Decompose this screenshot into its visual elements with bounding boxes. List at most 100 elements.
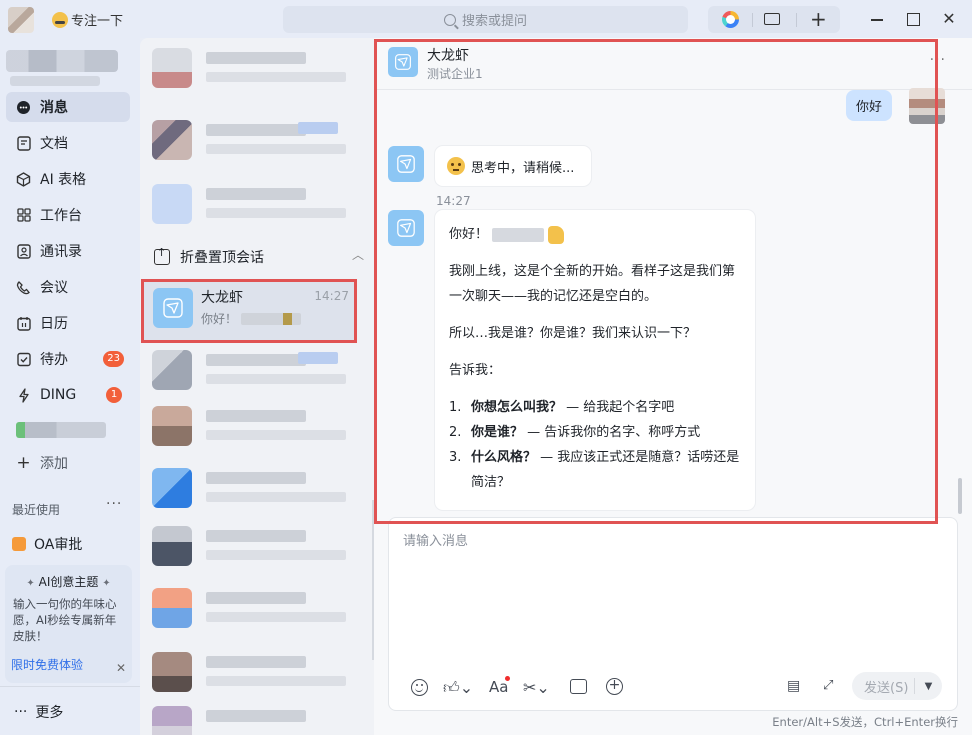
list-item[interactable]	[150, 346, 370, 402]
screen-share-icon[interactable]	[764, 13, 780, 25]
avatar	[152, 652, 192, 692]
list-item: 1. 你想怎么叫我？ — 给我起个名字吧	[449, 395, 741, 420]
blurred-text	[206, 472, 306, 484]
nav-item-todo[interactable]: 待办 23	[6, 344, 130, 374]
blurred-text	[206, 430, 346, 440]
ai-assistant-icon[interactable]	[722, 11, 739, 28]
org-name-blurred[interactable]	[6, 50, 118, 72]
emoji-icon[interactable]	[411, 679, 428, 696]
fold-pinned-conversations[interactable]: 折叠置顶会话 ︿	[154, 246, 368, 268]
chat-scrollbar[interactable]	[958, 478, 962, 514]
expand-icon[interactable]: ⤢	[823, 678, 833, 693]
nav-item-calendar[interactable]: 日历	[6, 308, 130, 338]
nav-item-meeting[interactable]: 会议	[6, 272, 130, 302]
sparkle-icon: ✦	[102, 578, 111, 589]
ai-card-title: AI创意主题	[38, 575, 99, 589]
search-input[interactable]: 搜索或提问	[283, 6, 688, 33]
ai-writing-icon[interactable]: ▤	[787, 678, 800, 694]
minimize-button[interactable]	[866, 8, 888, 30]
my-message-bubble[interactable]: 你好	[846, 90, 893, 121]
thinking-bubble: 思考中，请稍候...	[435, 146, 591, 186]
search-placeholder: 搜索或提问	[461, 14, 527, 29]
conversation-preview: 你好！	[201, 310, 302, 327]
nav-item-messages[interactable]: 消息	[6, 92, 130, 122]
plus-icon[interactable]: +	[810, 9, 827, 29]
nav-item-blurred[interactable]	[16, 422, 106, 438]
upload-icon[interactable]	[570, 679, 587, 694]
chat-header: 大龙虾 测试企业1 ···	[374, 38, 972, 90]
pin-fold-icon	[154, 246, 170, 265]
send-button[interactable]: 发送(S) ▼	[852, 672, 942, 700]
message-composer[interactable]: 请输入消息 👍︎⌄ Aa ✂⌄ + ▤ ⤢ 发送(S) ▼	[388, 517, 958, 711]
blurred-text	[206, 612, 346, 622]
chat-title[interactable]: 大龙虾	[427, 45, 469, 65]
nav-label: 工作台	[40, 208, 82, 224]
focus-button[interactable]: 专注一下	[52, 10, 123, 29]
scissors-icon[interactable]: ✂⌄	[523, 678, 550, 697]
message-input[interactable]: 请输入消息	[403, 530, 468, 549]
thinking-face-icon	[447, 157, 465, 175]
waving-hand-icon	[548, 225, 565, 244]
nav-add-button[interactable]: + 添加	[6, 448, 130, 478]
todo-badge: 23	[103, 351, 124, 367]
left-navigation: 消息 文档 AI 表格 工作台 通讯录 会议 日历 待办 23 DING 1 +…	[0, 38, 140, 735]
more-options-icon[interactable]: ···	[930, 52, 946, 68]
ai-card-cta-link[interactable]: 限时免费体验	[11, 656, 83, 673]
toolbar-group: +	[708, 6, 840, 33]
list-number: 2.	[449, 425, 462, 440]
nav-item-ai-table[interactable]: AI 表格	[6, 164, 130, 194]
thumbs-up-icon[interactable]: 👍︎⌄	[443, 678, 473, 698]
list-item[interactable]	[150, 648, 370, 704]
conversation-item-selected[interactable]: 大龙虾 14:27 你好！	[143, 279, 355, 341]
list-item[interactable]	[150, 702, 370, 735]
nav-item-workbench[interactable]: 工作台	[6, 200, 130, 230]
calendar-icon	[16, 316, 31, 331]
oa-approval-icon	[12, 537, 26, 551]
close-button[interactable]: ✕	[938, 8, 960, 30]
my-avatar[interactable]	[909, 88, 945, 124]
list-item[interactable]	[150, 180, 370, 236]
bot-avatar[interactable]	[388, 146, 424, 182]
avatar	[152, 468, 192, 508]
reply-greeting: 你好！	[449, 227, 489, 242]
bot-avatar[interactable]	[388, 47, 418, 77]
recent-item-oa[interactable]: OA审批	[12, 534, 82, 554]
nav-item-contacts[interactable]: 通讯录	[6, 236, 130, 266]
ai-table-icon	[16, 171, 31, 187]
list-item[interactable]	[150, 402, 370, 458]
avatar	[152, 588, 192, 628]
list-item[interactable]	[150, 522, 370, 578]
avatar	[152, 526, 192, 566]
list-item[interactable]	[150, 44, 370, 100]
ai-theme-card[interactable]: ✦ AI创意主题 ✦ 输入一句你的年味心愿，AI秒绘专属新年皮肤！ 限时免费体验…	[5, 565, 132, 683]
recent-more-icon[interactable]: ···	[106, 496, 122, 512]
focus-icon	[52, 11, 68, 28]
list-item[interactable]	[150, 464, 370, 520]
list-item[interactable]	[150, 584, 370, 640]
maximize-button[interactable]	[902, 8, 924, 30]
avatar	[152, 706, 192, 735]
blurred-text	[206, 592, 306, 604]
send-options-chevron-icon[interactable]: ▼	[915, 681, 942, 692]
bot-avatar[interactable]	[388, 210, 424, 246]
nav-item-docs[interactable]: 文档	[6, 128, 130, 158]
blurred-tag	[298, 122, 338, 134]
nav-label: 待办	[40, 352, 68, 368]
user-avatar[interactable]	[8, 7, 34, 33]
blurred-text	[206, 656, 306, 668]
contacts-icon	[16, 243, 31, 259]
bot-avatar	[153, 288, 193, 328]
reply-list: 1. 你想怎么叫我？ — 给我起个名字吧 2. 你是谁？ — 告诉我你的名字、称…	[449, 395, 741, 495]
new-dot-indicator	[505, 676, 510, 681]
nav-item-ding[interactable]: DING 1	[6, 380, 130, 410]
list-rest: — 告诉我你的名字、称呼方式	[523, 425, 701, 440]
bot-reply-bubble[interactable]: 你好！ 我刚上线，这是个全新的开始。看样子这是我们第一次聊天——我的记忆还是空白…	[435, 210, 755, 510]
blurred-text	[206, 492, 346, 502]
close-icon[interactable]: ✕	[116, 661, 126, 675]
add-circle-icon[interactable]: +	[606, 678, 623, 695]
blurred-text	[206, 144, 346, 154]
nav-label: 文档	[40, 136, 68, 152]
nav-label: AI 表格	[40, 172, 87, 188]
more-button[interactable]: ··· 更多	[14, 702, 63, 722]
list-item[interactable]	[150, 116, 370, 172]
